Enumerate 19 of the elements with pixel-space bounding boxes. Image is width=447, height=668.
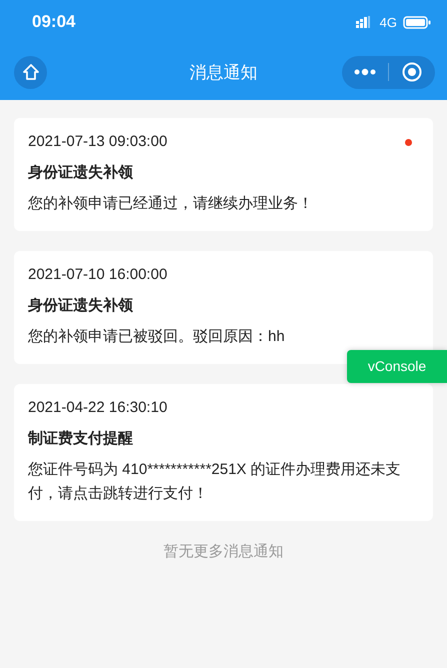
message-date: 2021-07-10 16:00:00	[28, 265, 168, 285]
status-time: 09:04	[32, 12, 76, 32]
message-title: 身份证遗失补领	[28, 163, 134, 183]
end-of-list-text: 暂无更多消息通知	[162, 542, 284, 561]
more-icon[interactable]	[354, 68, 376, 76]
message-title: 身份证遗失补领	[28, 296, 134, 316]
message-date: 2021-07-13 09:03:00	[28, 132, 168, 152]
message-body: 您的补领申请已被驳回。驳回原因：hh	[28, 327, 286, 347]
page-title: 消息通知	[190, 62, 258, 84]
message-card[interactable]: 2021-07-13 09:03:00 身份证遗失补领 您的补领申请已经通过，请继续办理业务！	[14, 118, 433, 231]
message-date: 2021-04-22 16:30:10	[28, 398, 168, 418]
message-body: 您的补领申请已经通过，请继续办理业务！	[28, 194, 314, 214]
message-title: 制证费支付提醒	[28, 429, 134, 449]
home-icon	[22, 63, 40, 81]
message-body: 您证件号码为 410***********251X 的证件办理费用还未支付，请点击跳转进行支付！	[28, 460, 402, 504]
battery-icon	[403, 16, 431, 28]
home-button[interactable]	[14, 56, 47, 88]
network-type: 4G	[380, 14, 397, 30]
message-card[interactable]: 2021-04-22 16:30:10 制证费支付提醒 您证件号码为 410***********251X 的证件办理费用还未支付，请点击跳转进行支付！	[14, 384, 433, 521]
